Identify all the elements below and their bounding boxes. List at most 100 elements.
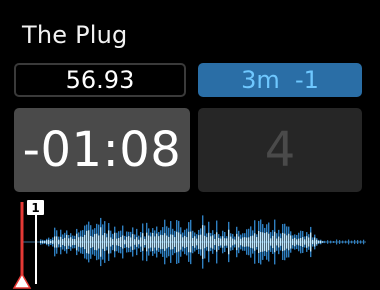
waveform-bar-core: [104, 233, 106, 251]
waveform-bar-core: [184, 235, 186, 249]
waveform-bar-core: [100, 227, 102, 257]
waveform-bar-core: [242, 237, 244, 247]
waveform-bar-core: [80, 236, 82, 248]
waveform-bar-core: [96, 233, 98, 251]
waveform-bar-core: [126, 236, 128, 248]
waveform-bar-core: [112, 239, 114, 245]
waveform-bar-core: [110, 237, 112, 247]
waveform-bar-core: [106, 237, 108, 247]
time-remaining-value: -01:08: [22, 122, 182, 178]
waveform-bar-core: [138, 239, 140, 245]
waveform-bar-core: [164, 233, 166, 251]
waveform-bar-core: [186, 237, 188, 247]
waveform-bar-core: [134, 239, 136, 245]
waveform-bar-core: [232, 238, 234, 246]
waveform-bar-core: [92, 236, 94, 248]
waveform-bar-core: [306, 236, 308, 248]
bpm-value: 56.93: [65, 66, 135, 94]
waveform-bar-core: [240, 238, 242, 246]
waveform-bar-core: [42, 240, 44, 244]
waveform-bar-core: [118, 238, 120, 246]
waveform-bar-core: [278, 236, 280, 248]
waveform-bar-core: [54, 236, 56, 248]
waveform-bar-core: [190, 231, 192, 253]
waveform-bar-core: [114, 232, 116, 252]
waveform-bar-core: [266, 232, 268, 252]
time-remaining-display[interactable]: -01:08: [14, 108, 190, 192]
waveform-bar-core: [236, 233, 238, 251]
waveform-bar-core: [108, 230, 110, 254]
waveform-bar-core: [182, 237, 184, 247]
waveform-bar-core: [308, 237, 310, 247]
waveform-bar-core: [252, 235, 254, 249]
waveform-bar: [354, 239, 356, 245]
waveform-bar-core: [196, 238, 198, 246]
waveform-bar-core: [230, 236, 232, 248]
waveform-bar-core: [226, 238, 228, 246]
waveform-bar-core: [56, 236, 58, 248]
waveform-bar-core: [310, 232, 312, 252]
waveform-bar-core: [40, 240, 42, 244]
waveform-bar-core: [98, 235, 100, 249]
waveform-bar-core: [124, 239, 126, 245]
waveform-bar: [351, 240, 353, 244]
waveform-bar-core: [62, 239, 64, 245]
waveform-bar-core: [320, 240, 322, 244]
waveform-bar-core: [200, 234, 202, 250]
waveform-overview[interactable]: 1: [0, 196, 380, 290]
waveform-bar-core: [256, 237, 258, 247]
waveform-bar-core: [132, 234, 134, 250]
waveform-bar-core: [158, 236, 160, 248]
waveform-bar: [360, 240, 362, 244]
key-display[interactable]: 3m -1: [198, 63, 362, 97]
waveform-bar-core: [264, 233, 266, 251]
waveform-bar-core: [276, 238, 278, 246]
waveform-bar-core: [258, 231, 260, 253]
waveform-bar-core: [246, 237, 248, 247]
beat-counter-display: 4: [198, 108, 362, 192]
waveform-bar: [333, 240, 335, 244]
waveform-bar-core: [122, 235, 124, 249]
waveform-bar-core: [88, 230, 90, 254]
waveform-bar-core: [286, 235, 288, 249]
waveform-bar-core: [318, 240, 320, 244]
waveform-bar-core: [250, 236, 252, 248]
waveform-bar-core: [128, 236, 130, 248]
waveform-bar-core: [202, 225, 204, 259]
waveform-bar-core: [296, 239, 298, 245]
waveform-bar-core: [224, 238, 226, 246]
waveform-bar: [327, 240, 329, 244]
waveform-bar-core: [52, 240, 54, 244]
waveform-svg: 1: [12, 200, 366, 289]
waveform-bar-core: [284, 233, 286, 251]
waveform-bar-core: [300, 238, 302, 246]
waveform-bar-core: [50, 240, 52, 244]
playhead-marker-icon[interactable]: [12, 272, 32, 289]
waveform-bar-core: [84, 234, 86, 250]
waveform-bar-core: [270, 238, 272, 246]
waveform-bar-core: [102, 235, 104, 249]
waveform-bar: [357, 240, 359, 244]
waveform-bar-core: [268, 233, 270, 251]
waveform-bar-core: [214, 238, 216, 246]
waveform-bar-core: [70, 237, 72, 247]
waveform-bar-core: [76, 233, 78, 251]
waveform-bar-core: [280, 238, 282, 246]
waveform-bar-core: [254, 233, 256, 251]
waveform-bar-core: [208, 232, 210, 252]
waveform-bar-core: [228, 229, 230, 255]
waveform-bar-core: [272, 235, 274, 249]
waveform-bar-core: [86, 230, 88, 254]
waveform-bar-core: [248, 237, 250, 247]
waveform-bar-core: [290, 235, 292, 249]
waveform-bar-core: [210, 236, 212, 248]
bpm-display[interactable]: 56.93: [14, 63, 186, 97]
waveform-bar-core: [172, 234, 174, 250]
waveform-bar-core: [198, 235, 200, 249]
waveform-bar-core: [316, 239, 318, 245]
waveform-bar-core: [166, 235, 168, 249]
waveform-bar-core: [262, 232, 264, 252]
waveform-bar-core: [82, 236, 84, 248]
waveform-bar-core: [180, 234, 182, 250]
waveform-bar-core: [206, 237, 208, 247]
